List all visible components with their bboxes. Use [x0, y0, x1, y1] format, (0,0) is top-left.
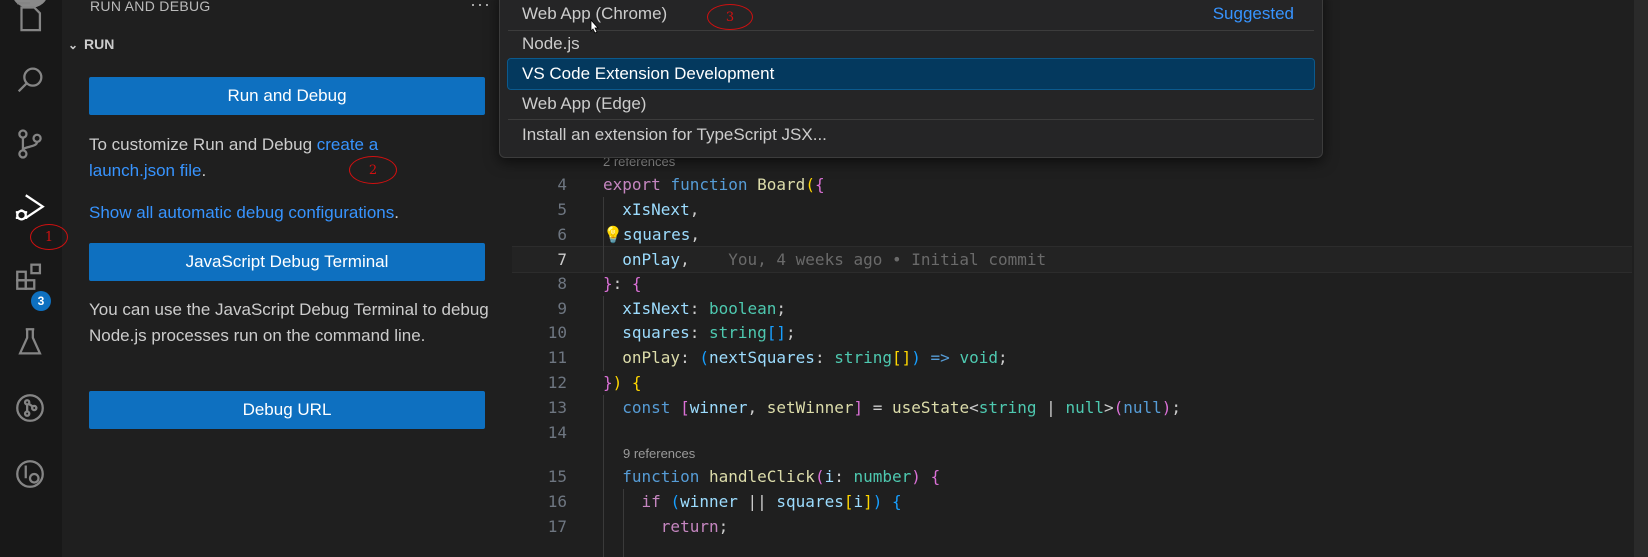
explorer-icon[interactable]: [6, 0, 54, 40]
customize-prefix: To customize Run and Debug: [89, 135, 317, 154]
line-number: 6: [557, 225, 567, 244]
line-number: 7: [557, 250, 567, 269]
js-terminal-description: You can use the JavaScript Debug Termina…: [89, 300, 489, 345]
annotation-marker-2: 2: [349, 156, 397, 184]
git-graph-icon[interactable]: [6, 384, 54, 432]
line-number: 15: [547, 467, 567, 486]
line-number: 11: [547, 348, 567, 367]
suggested-label: Suggested: [1212, 4, 1294, 23]
code-line: 4 export function Board({: [512, 172, 1632, 197]
debug-url-button[interactable]: Debug URL: [89, 391, 485, 429]
indent-guide: [623, 489, 624, 557]
git-blame-annotation: You, 4 weeks ago • Initial commit: [728, 250, 1047, 269]
codelens-references[interactable]: 9 references: [623, 446, 695, 461]
customize-suffix: .: [201, 161, 207, 180]
editor-scrollbar[interactable]: [1634, 0, 1648, 557]
line-number: 12: [547, 373, 567, 392]
quick-pick-label: Install an extension for TypeScript JSX.…: [522, 125, 827, 144]
code-line: 16 if (winner || squares[i]) {: [512, 489, 1632, 514]
code-line: 9 xIsNext: boolean;: [512, 296, 1632, 321]
quick-pick-item-edge[interactable]: Web App (Edge): [508, 89, 1314, 119]
code-line-current: 7 onPlay, You, 4 weeks ago • Initial com…: [512, 246, 1632, 273]
line-number: 14: [547, 423, 567, 442]
code-line: 15 function handleClick(i: number) {: [512, 464, 1632, 489]
testing-icon[interactable]: [6, 318, 54, 366]
code-line: 12}) {: [512, 370, 1632, 395]
mouse-pointer-icon: [590, 19, 599, 34]
code-line: 8}: {: [512, 271, 1632, 296]
extensions-badge: 3: [31, 291, 51, 311]
code-line: 11 onPlay: (nextSquares: string[]) => vo…: [512, 345, 1632, 370]
js-debug-terminal-button[interactable]: JavaScript Debug Terminal: [89, 243, 485, 281]
indent-guide: [603, 395, 604, 557]
line-number: 8: [557, 274, 567, 293]
code-line: 6 💡squares,: [512, 222, 1632, 247]
lightbulb-icon[interactable]: 💡: [603, 225, 623, 244]
annotation-marker-1: 1: [30, 224, 68, 250]
line-number: 17: [547, 517, 567, 536]
indent-guide: [603, 296, 604, 371]
quick-pick-item-chrome[interactable]: Web App (Chrome) Suggested: [508, 0, 1314, 29]
show-all-suffix: .: [394, 203, 399, 222]
run-and-debug-button[interactable]: Run and Debug: [89, 77, 485, 115]
line-number: 4: [557, 175, 567, 194]
code-line: 17 return;: [512, 514, 1632, 539]
quick-pick-item-vscode-extension[interactable]: VS Code Extension Development: [507, 58, 1315, 90]
search-icon[interactable]: [6, 56, 54, 104]
section-label: RUN: [84, 36, 115, 52]
remote-icon[interactable]: [6, 450, 54, 498]
quick-pick-label: Node.js: [522, 34, 580, 53]
show-all-configs-link[interactable]: Show all automatic debug configurations: [89, 203, 394, 222]
more-actions-button[interactable]: ···: [470, 0, 491, 15]
code-line: 14: [512, 420, 1632, 445]
run-debug-sidebar: RUN AND DEBUG ··· ⌄ RUN Run and Debug To …: [62, 0, 512, 557]
code-line: 10 squares: string[];: [512, 320, 1632, 345]
activity-bar: 3: [0, 0, 62, 557]
show-all-text: Show all automatic debug configurations.: [89, 200, 489, 226]
run-section-header[interactable]: ⌄ RUN: [68, 36, 114, 52]
chevron-down-icon: ⌄: [68, 38, 79, 52]
line-number: 10: [547, 323, 567, 342]
line-number: 13: [547, 398, 567, 417]
customize-text: To customize Run and Debug create a laun…: [89, 132, 489, 184]
line-number: 9: [557, 299, 567, 318]
debugger-quick-pick: Web App (Chrome) Suggested Node.js VS Co…: [499, 0, 1323, 158]
quick-pick-item-install-extension[interactable]: Install an extension for TypeScript JSX.…: [508, 120, 1314, 150]
quick-pick-label: VS Code Extension Development: [522, 64, 775, 83]
code-line: 13 const [winner, setWinner] = useState<…: [512, 395, 1632, 420]
line-number: 5: [557, 200, 567, 219]
code-line: 5 xIsNext,: [512, 197, 1632, 222]
create-launch-link[interactable]: create a: [317, 135, 378, 154]
sidebar-title: RUN AND DEBUG: [90, 0, 211, 14]
source-control-icon[interactable]: [6, 120, 54, 168]
indent-guide: [603, 197, 604, 272]
launch-json-link[interactable]: launch.json file: [89, 161, 201, 180]
quick-pick-label: Web App (Edge): [522, 94, 647, 113]
annotation-marker-3: 3: [707, 4, 753, 30]
line-number: 16: [547, 492, 567, 511]
quick-pick-item-nodejs[interactable]: Node.js: [508, 29, 1314, 59]
